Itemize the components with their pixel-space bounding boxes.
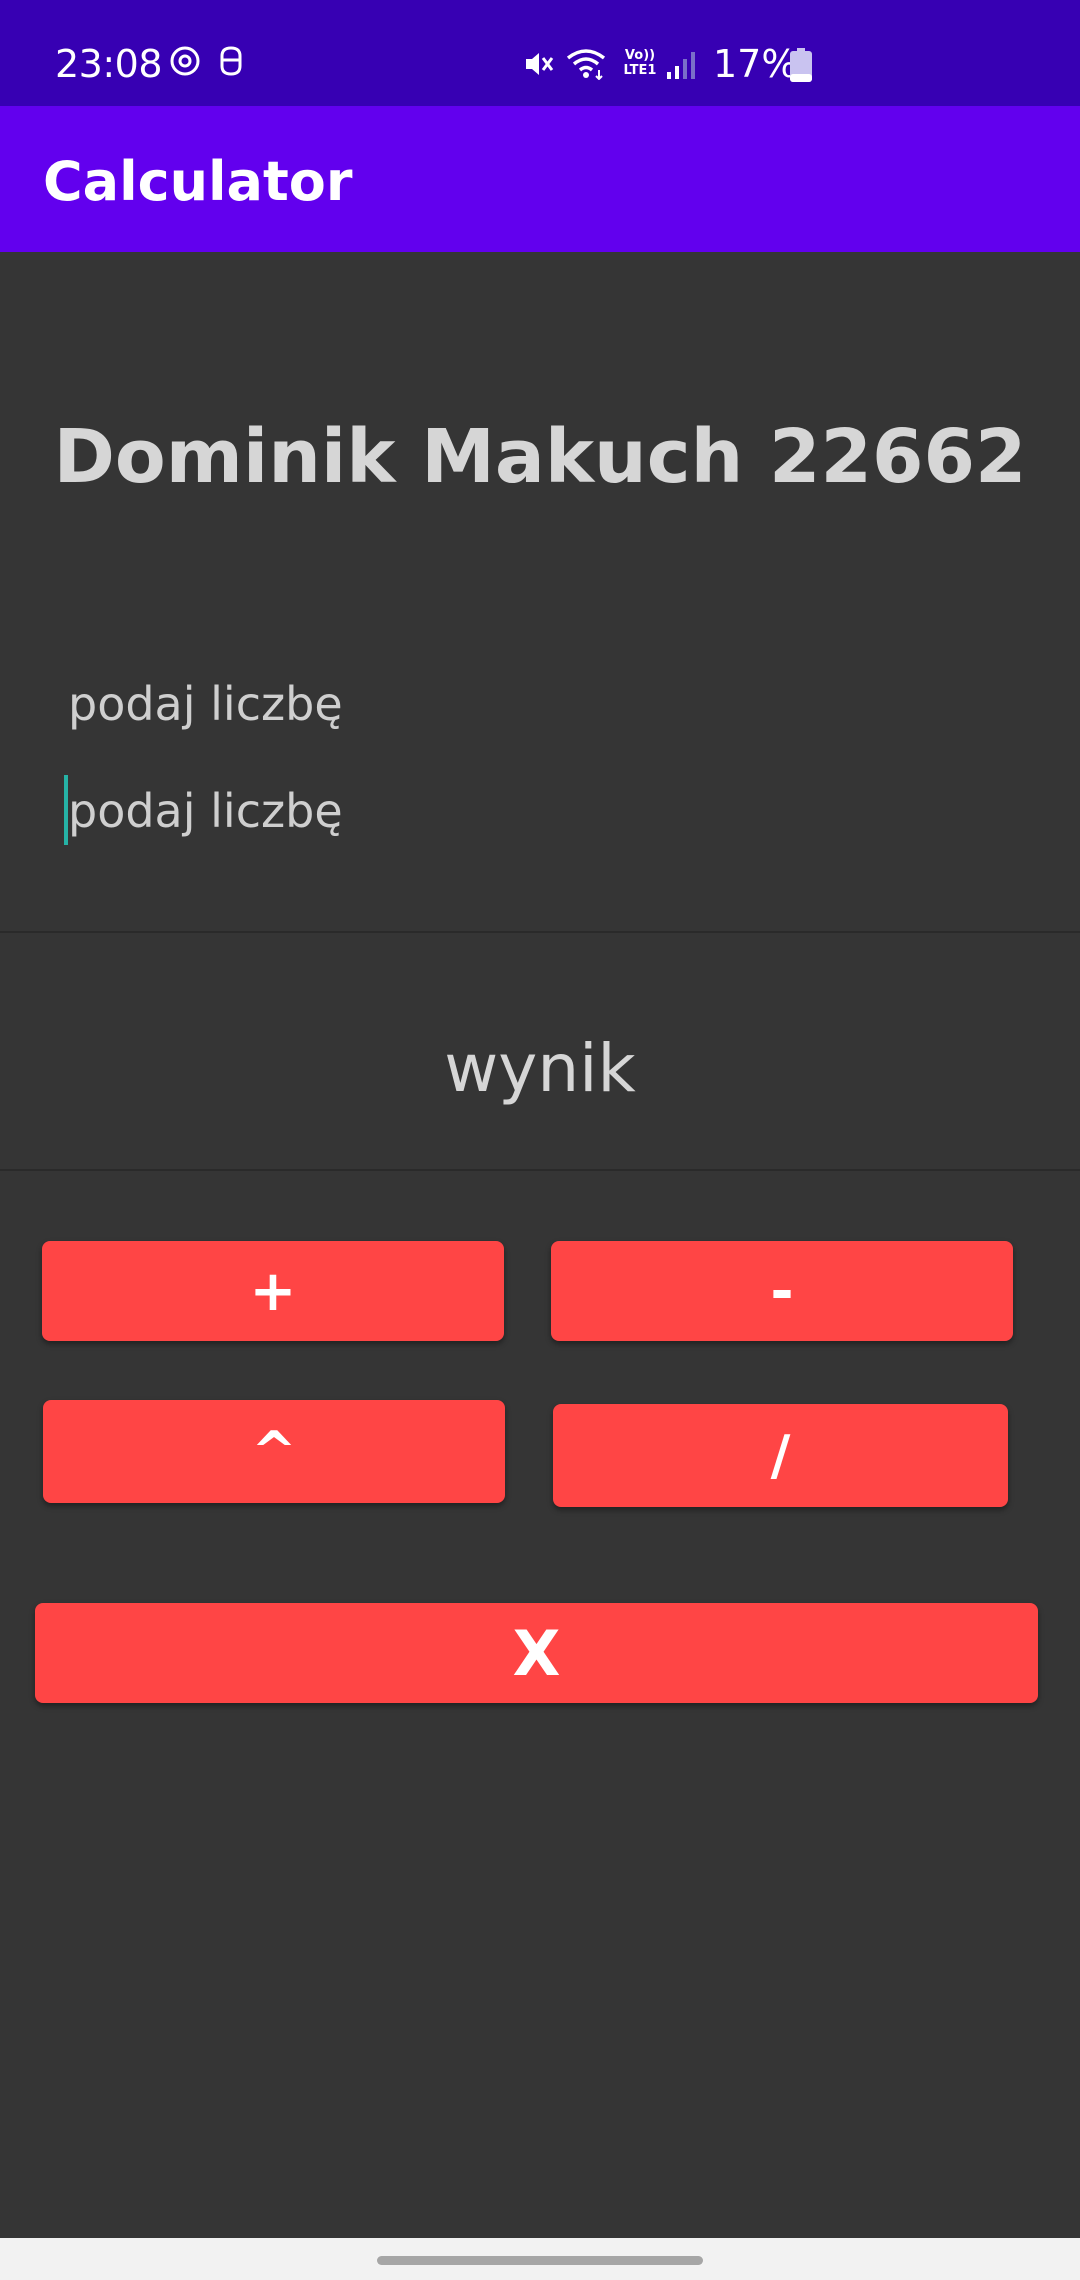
result-text: wynik [444,1030,636,1107]
volte-icon: Vo)) LTE1 [621,48,659,82]
volte-text-bottom: LTE1 [623,63,657,78]
divide-button[interactable]: / [553,1404,1008,1507]
second-number-input[interactable] [60,776,468,846]
status-left-icons [168,44,246,78]
volte-text-top: Vo)) [624,48,656,63]
signal-icon [667,52,695,79]
wifi-icon [566,49,606,80]
battery-percent: 17% [713,42,798,86]
subtract-button[interactable]: - [551,1241,1013,1341]
app-bar: Calculator [0,106,1080,252]
multiply-button[interactable]: X [35,1603,1038,1703]
mute-icon [526,53,554,75]
first-number-input[interactable] [60,669,468,739]
smart-icon [220,46,242,76]
app-title: Calculator [43,150,353,213]
status-time: 23:08 [55,42,163,86]
author-heading: Dominik Makuch 22662 [53,414,1027,500]
battery-icon [790,48,812,82]
home-gesture-handle[interactable] [377,2256,703,2265]
text-cursor [64,775,68,845]
notification-icon [170,46,200,76]
navigation-bar [0,2238,1080,2280]
divider [0,931,1080,933]
status-bar: 23:08 Vo)) LTE1 17% [0,0,1080,106]
power-button[interactable]: ^ [43,1400,505,1503]
divider [0,1169,1080,1171]
add-button[interactable]: + [42,1241,504,1341]
